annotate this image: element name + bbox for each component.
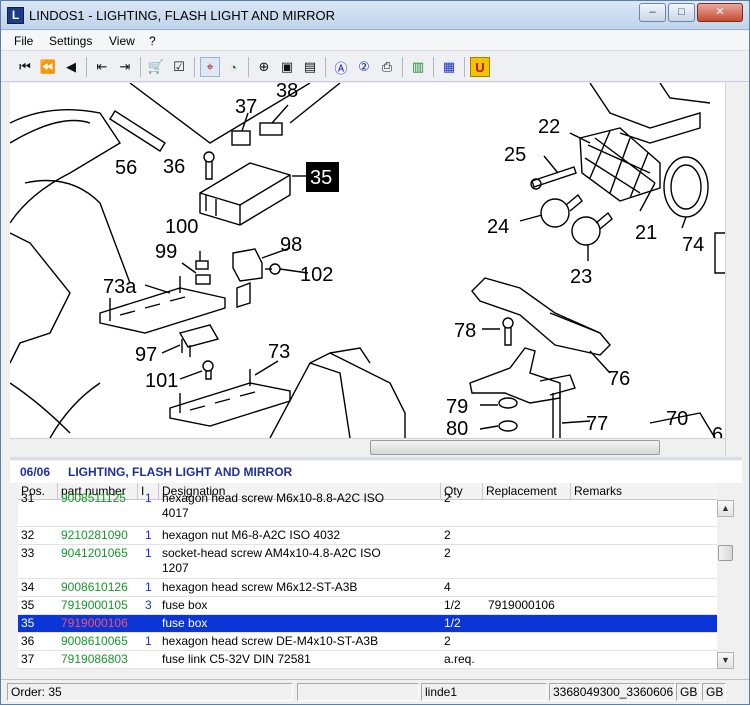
callout-38[interactable]: 38 xyxy=(276,83,298,102)
callout-97[interactable]: 97 xyxy=(135,344,157,366)
exploded-view-svg: 37 38 56 36 35 100 99 98 102 73a 97 101 … xyxy=(10,83,725,438)
minimize-button[interactable]: – xyxy=(639,3,666,22)
menu-file[interactable]: File xyxy=(11,33,36,49)
callout-76[interactable]: 76 xyxy=(608,368,630,390)
find-2-icon[interactable]: ② xyxy=(354,57,374,77)
callout-22[interactable]: 22 xyxy=(538,116,560,138)
status-ids: 3368049300_3360606 xyxy=(549,683,675,701)
table-row[interactable]: 31 9008511125 1 hexagon head screw M6x10… xyxy=(18,491,717,527)
toolbar-separator xyxy=(86,57,87,77)
callout-101[interactable]: 101 xyxy=(145,370,178,392)
table-row[interactable]: 36 9008610065 1 hexagon head screw DE-M4… xyxy=(18,633,717,651)
table-row[interactable]: 35 7919000105 3 fuse box 1/2 7919000106 xyxy=(18,597,717,615)
table-row[interactable]: 34 9008610126 1 hexagon head screw M6x12… xyxy=(18,579,717,597)
print-icon[interactable]: ⎙ xyxy=(377,57,397,77)
callout-74[interactable]: 74 xyxy=(682,234,704,256)
zoom-icon[interactable]: ⊕ xyxy=(254,57,274,77)
group-title: LIGHTING, FLASH LIGHT AND MIRROR xyxy=(68,465,293,479)
toolbar: ⏮ ⏪ ◀ ⇤ ⇥ 🛒 ☑ ⌖ ◔ ⊕ ▣ ▤ Ⓐ ② ⎙ ▥ ▦ U xyxy=(1,52,749,82)
fit-page-icon[interactable]: ▣ xyxy=(277,57,297,77)
group-code: 06/06 xyxy=(20,465,51,479)
menu-settings[interactable]: Settings xyxy=(46,33,95,49)
pane-splitter[interactable] xyxy=(10,457,742,460)
menu-help[interactable]: ? xyxy=(146,33,159,49)
toolbar-separator xyxy=(325,57,326,77)
status-user: linde1 xyxy=(421,683,547,701)
callout-25[interactable]: 25 xyxy=(504,144,526,166)
status-order: Order: 35 xyxy=(7,683,293,701)
u-icon[interactable]: U xyxy=(470,57,490,77)
close-button[interactable]: ✕ xyxy=(697,3,743,22)
menu-bar: File Settings View ? xyxy=(1,31,749,51)
callout-79[interactable]: 79 xyxy=(446,396,468,418)
menu-view[interactable]: View xyxy=(106,33,138,49)
drawing-horizontal-scrollbar[interactable] xyxy=(10,438,725,456)
callout-73a[interactable]: 73a xyxy=(103,276,137,298)
book-icon[interactable]: ▥ xyxy=(408,57,428,77)
callout-98[interactable]: 98 xyxy=(280,234,302,256)
table-row[interactable]: 37 7919086803 fuse link C5-32V DIN 72581… xyxy=(18,651,717,669)
parts-vertical-scrollbar[interactable]: ▲ ▼ xyxy=(717,500,734,669)
table-row[interactable]: 32 9210281090 1 hexagon nut M6-8-A2C ISO… xyxy=(18,527,717,545)
scroll-up-icon[interactable]: ▲ xyxy=(717,500,734,517)
callout-6[interactable]: 6 xyxy=(712,424,723,438)
status-bar: Order: 35 linde1 3368049300_3360606 GB G… xyxy=(1,679,749,704)
maximize-button[interactable]: □ xyxy=(668,3,695,22)
callout-56[interactable]: 56 xyxy=(115,157,137,179)
hotspot-icon[interactable]: ⌖ xyxy=(200,57,220,77)
title-bar: L LINDOS1 - LIGHTING, FLASH LIGHT AND MI… xyxy=(1,1,749,30)
chart-icon[interactable]: ◔ xyxy=(223,57,243,77)
toolbar-separator xyxy=(194,57,195,77)
parts-drawing[interactable]: 37 38 56 36 35 100 99 98 102 73a 97 101 … xyxy=(10,83,725,438)
callout-36[interactable]: 36 xyxy=(163,156,185,178)
fit-width-icon[interactable]: ▤ xyxy=(300,57,320,77)
toolbar-separator xyxy=(402,57,403,77)
jump-back-icon[interactable]: ⇤ xyxy=(92,57,112,77)
scroll-down-icon[interactable]: ▼ xyxy=(717,652,734,669)
parts-scroll-thumb[interactable] xyxy=(718,545,733,561)
callout-77[interactable]: 77 xyxy=(586,413,608,435)
back-icon[interactable]: ◀ xyxy=(61,57,81,77)
callout-37[interactable]: 37 xyxy=(235,96,257,118)
callout-102[interactable]: 102 xyxy=(300,264,333,286)
app-logo-icon: L xyxy=(7,7,24,24)
status-empty xyxy=(297,683,419,701)
callout-100[interactable]: 100 xyxy=(165,216,198,238)
callout-24[interactable]: 24 xyxy=(487,216,509,238)
toolbar-separator xyxy=(140,57,141,77)
toolbar-separator xyxy=(433,57,434,77)
parts-table: Pos. part number I Designation Qty Repla… xyxy=(18,483,717,669)
table-row[interactable]: 33 9041201065 1 socket-head screw AM4x10… xyxy=(18,545,717,579)
window-title: LINDOS1 - LIGHTING, FLASH LIGHT AND MIRR… xyxy=(29,8,336,23)
cart-icon[interactable]: 🛒 xyxy=(146,57,166,77)
fast-back-icon[interactable]: ⏪ xyxy=(38,57,58,77)
status-language: GB xyxy=(676,683,700,701)
drawing-vertical-scrollbar[interactable] xyxy=(725,83,742,456)
parts-list-header: 06/06 LIGHTING, FLASH LIGHT AND MIRROR xyxy=(10,461,742,483)
order-list-icon[interactable]: ☑ xyxy=(169,57,189,77)
table-row-selected[interactable]: 35 7919000106 fuse box 1/2 xyxy=(18,615,717,633)
callout-78[interactable]: 78 xyxy=(454,320,476,342)
jump-forward-icon[interactable]: ⇥ xyxy=(115,57,135,77)
grid-icon[interactable]: ▦ xyxy=(439,57,459,77)
callout-80[interactable]: 80 xyxy=(446,418,468,438)
callout-23[interactable]: 23 xyxy=(570,266,592,288)
toolbar-separator xyxy=(248,57,249,77)
status-language-2: GB xyxy=(702,683,726,701)
drawing-scroll-thumb[interactable] xyxy=(370,440,660,455)
callout-99[interactable]: 99 xyxy=(155,241,177,263)
toolbar-separator xyxy=(464,57,465,77)
app-window: L LINDOS1 - LIGHTING, FLASH LIGHT AND MI… xyxy=(0,0,750,705)
callout-21[interactable]: 21 xyxy=(635,222,657,244)
callout-73[interactable]: 73 xyxy=(268,341,290,363)
first-page-icon[interactable]: ⏮ xyxy=(15,57,35,77)
callout-35[interactable]: 35 xyxy=(310,167,332,189)
find-a-icon[interactable]: Ⓐ xyxy=(331,57,351,77)
callout-70[interactable]: 70 xyxy=(666,408,688,430)
